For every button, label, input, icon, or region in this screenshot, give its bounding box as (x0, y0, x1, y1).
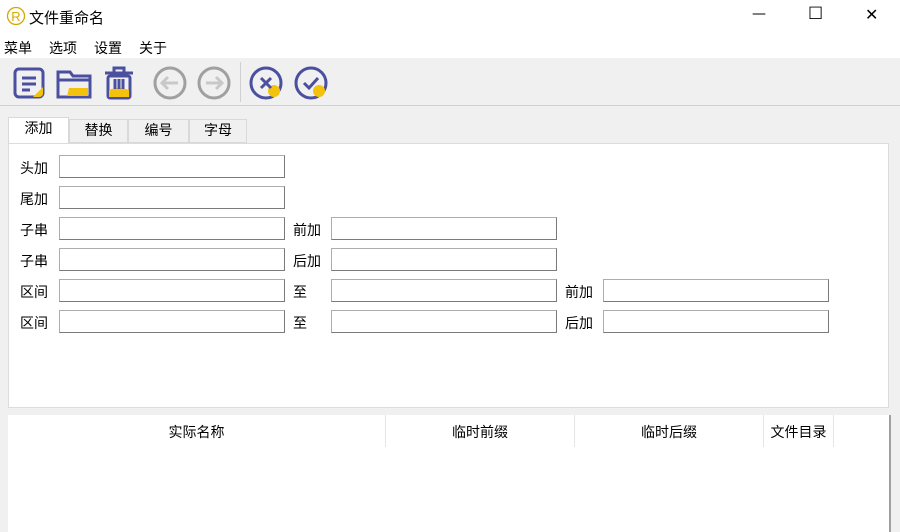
file-list[interactable]: 实际名称 临时前缀 临时后缀 文件目录 (8, 415, 891, 532)
tab-letter[interactable]: 字母 (189, 119, 247, 143)
range-end-input-1[interactable] (331, 279, 557, 302)
range-after-input[interactable] (603, 310, 829, 333)
tab-add[interactable]: 添加 (8, 117, 69, 144)
tab-number[interactable]: 编号 (128, 119, 189, 143)
range-start-input-1[interactable] (59, 279, 285, 302)
substr-after-input[interactable] (331, 248, 557, 271)
range-label-2: 区间 (20, 316, 48, 332)
add-panel (8, 143, 889, 408)
cancel-icon[interactable] (247, 64, 285, 102)
menu-main[interactable]: 菜单 (4, 38, 32, 58)
toolbar (0, 58, 900, 106)
window-title: 文件重命名 (29, 9, 105, 27)
maximize-button[interactable]: ☐ (808, 4, 823, 24)
substr-input-1[interactable] (59, 217, 285, 240)
substr-before-input[interactable] (331, 217, 557, 240)
tail-label: 尾加 (20, 192, 48, 208)
column-header-directory[interactable]: 文件目录 (764, 415, 834, 447)
after-label: 后加 (293, 254, 321, 270)
substr-label-2: 子串 (20, 254, 48, 270)
range-end-input-2[interactable] (331, 310, 557, 333)
menu-about[interactable]: 关于 (139, 38, 167, 58)
range-after-label: 后加 (565, 316, 593, 332)
range-before-input[interactable] (603, 279, 829, 302)
redo-icon[interactable] (195, 64, 233, 102)
to-label: 至 (293, 285, 307, 301)
substr-label: 子串 (20, 223, 48, 239)
undo-icon[interactable] (151, 64, 189, 102)
svg-text:R: R (11, 9, 20, 24)
title-bar: R 文件重命名 — ☐ ✕ (0, 0, 900, 34)
to-label-2: 至 (293, 316, 307, 332)
menu-bar: 菜单 选项 设置 关于 (0, 34, 900, 58)
app-logo-icon: R (6, 6, 26, 26)
toolbar-separator (240, 62, 241, 102)
close-button[interactable]: ✕ (865, 5, 878, 24)
menu-options[interactable]: 选项 (49, 38, 77, 58)
tail-input[interactable] (59, 186, 285, 209)
substr-input-2[interactable] (59, 248, 285, 271)
new-list-icon[interactable] (11, 64, 49, 102)
range-label: 区间 (20, 285, 48, 301)
before-label: 前加 (293, 223, 321, 239)
column-header-temp-prefix[interactable]: 临时前缀 (386, 415, 575, 447)
menu-settings[interactable]: 设置 (94, 38, 122, 58)
tab-replace[interactable]: 替换 (69, 119, 128, 143)
range-before-label: 前加 (565, 285, 593, 301)
head-input[interactable] (59, 155, 285, 178)
open-folder-icon[interactable] (55, 64, 93, 102)
delete-icon[interactable] (100, 64, 138, 102)
minimize-button[interactable]: — (752, 6, 766, 22)
range-start-input-2[interactable] (59, 310, 285, 333)
column-header-temp-suffix[interactable]: 临时后缀 (575, 415, 764, 447)
head-label: 头加 (20, 161, 48, 177)
column-header-actual-name[interactable]: 实际名称 (8, 415, 386, 447)
confirm-icon[interactable] (292, 64, 330, 102)
